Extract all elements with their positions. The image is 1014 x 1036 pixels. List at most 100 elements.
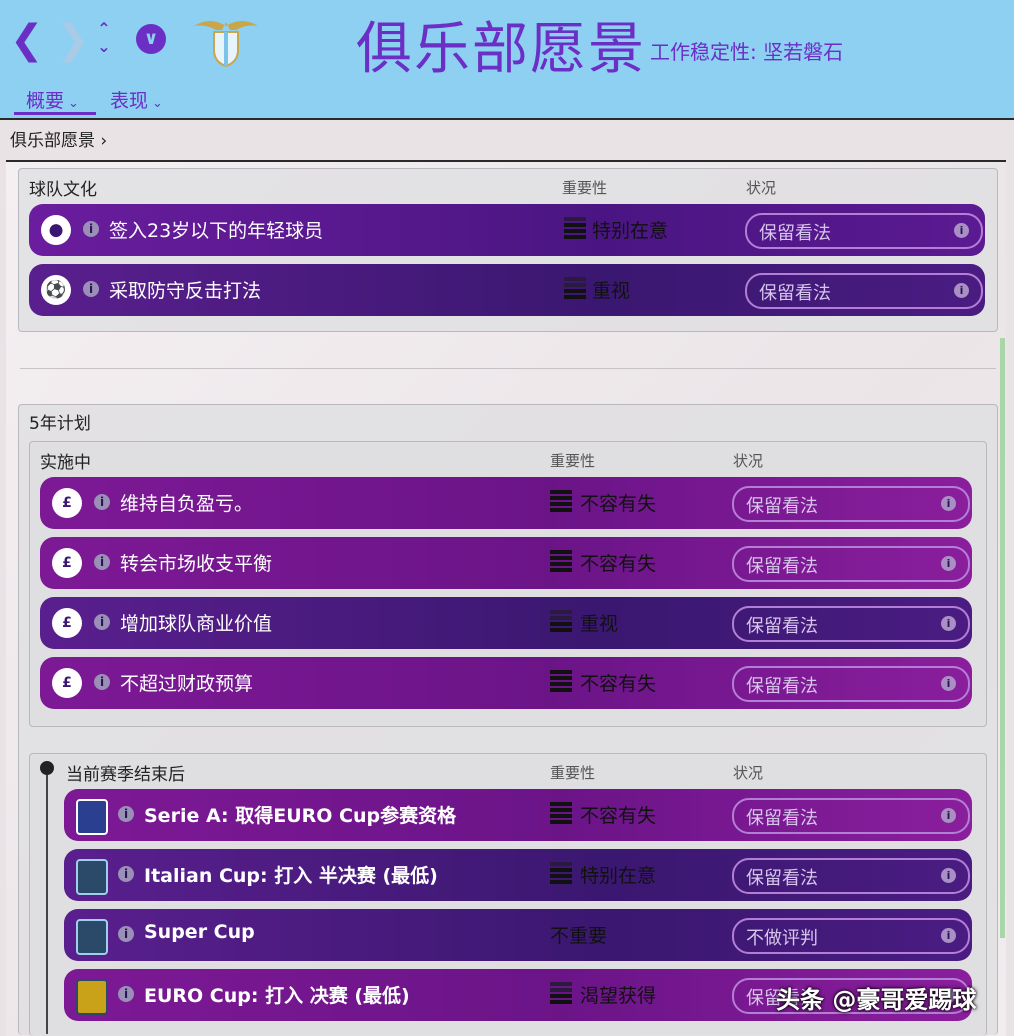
- info-icon[interactable]: i: [941, 928, 956, 943]
- status-label: 保留看法: [746, 868, 818, 889]
- status-label: 保留看法: [746, 496, 818, 517]
- ongoing-panel: 实施中 重要性 状况 £ i 维持自负盈亏。 不容有失 保留看法 i £ i 转会…: [29, 441, 987, 727]
- info-icon[interactable]: i: [941, 868, 956, 883]
- objective-label: EURO Cup: 打入 决赛 (最低): [144, 985, 410, 1007]
- info-icon[interactable]: i: [941, 808, 956, 823]
- status-header: 状况: [733, 764, 764, 782]
- importance-bars-icon: [550, 802, 572, 828]
- info-icon[interactable]: i: [941, 496, 956, 511]
- list-item[interactable]: ● i 签入23岁以下的年轻球员 特别在意 保留看法 i: [29, 204, 985, 256]
- importance-bars-icon: [564, 217, 586, 243]
- importance-bars-icon: [550, 550, 572, 576]
- back-arrow-icon[interactable]: ❮: [10, 20, 44, 60]
- objective-label: 维持自负盈亏。: [120, 493, 254, 515]
- status-pill[interactable]: 保留看法 i: [732, 546, 970, 582]
- status-pill[interactable]: 不做评判 i: [732, 918, 970, 954]
- status-label: 保留看法: [746, 556, 818, 577]
- info-icon[interactable]: i: [118, 926, 134, 942]
- info-icon[interactable]: i: [94, 614, 110, 630]
- status-label: 保留看法: [759, 283, 831, 304]
- status-pill[interactable]: 保留看法 i: [732, 666, 970, 702]
- tab-performance[interactable]: 表现 ⌄: [110, 86, 163, 113]
- importance-label: 重视: [592, 280, 631, 302]
- info-icon[interactable]: i: [954, 223, 969, 238]
- job-stability: 工作稳定性: 坚若磐石: [650, 40, 844, 64]
- money-icon: £: [52, 608, 82, 638]
- info-icon[interactable]: i: [94, 674, 110, 690]
- list-item[interactable]: £ i 转会市场收支平衡 不容有失 保留看法 i: [40, 537, 972, 589]
- list-item[interactable]: £ i 维持自负盈亏。 不容有失 保留看法 i: [40, 477, 972, 529]
- importance-bars-icon: [550, 490, 572, 516]
- status-pill[interactable]: 保留看法 i: [745, 213, 983, 249]
- football-icon: ⚽: [41, 275, 71, 305]
- info-icon[interactable]: i: [83, 221, 99, 237]
- importance-bars-icon: [550, 982, 572, 1008]
- culture-title: 球队文化: [29, 180, 97, 200]
- info-icon[interactable]: i: [94, 554, 110, 570]
- objective-label: Super Cup: [144, 921, 255, 943]
- status-pill[interactable]: 保留看法 i: [732, 606, 970, 642]
- status-label: 保留看法: [759, 223, 831, 244]
- list-item[interactable]: ⚽ i 采取防守反击打法 重视 保留看法 i: [29, 264, 985, 316]
- status-label: 保留看法: [746, 676, 818, 697]
- info-icon[interactable]: i: [954, 283, 969, 298]
- person-icon: ●: [41, 215, 71, 245]
- importance-label: 不重要: [550, 925, 608, 947]
- status-pill[interactable]: 保留看法 i: [732, 798, 970, 834]
- super-cup-icon: [76, 919, 108, 955]
- importance-label: 不容有失: [580, 673, 657, 695]
- breadcrumb[interactable]: 俱乐部愿景 ›: [10, 126, 107, 151]
- active-tab-indicator: [14, 112, 96, 115]
- season-end-title: 当前赛季结束后: [66, 765, 185, 785]
- tab-label: 概要: [26, 90, 65, 112]
- serie-a-icon: [76, 799, 108, 835]
- importance-label: 不容有失: [580, 493, 657, 515]
- info-icon[interactable]: i: [118, 866, 134, 882]
- importance-label: 不容有失: [580, 553, 657, 575]
- status-pill[interactable]: 保留看法 i: [732, 486, 970, 522]
- culture-panel: 球队文化 重要性 状况 ● i 签入23岁以下的年轻球员 特别在意 保留看法 i …: [18, 168, 998, 332]
- watermark: 头条 @豪哥爱踢球: [776, 986, 977, 1014]
- breadcrumb-label: 俱乐部愿景: [10, 131, 95, 151]
- objective-label: 采取防守反击打法: [109, 280, 262, 302]
- list-item[interactable]: £ i 不超过财政预算 不容有失 保留看法 i: [40, 657, 972, 709]
- list-item[interactable]: i Super Cup 不重要 不做评判 i: [64, 909, 972, 961]
- objective-label: Serie A: 取得EURO Cup参赛资格: [144, 805, 457, 827]
- plan-title: 5年计划: [29, 414, 91, 434]
- info-icon[interactable]: i: [941, 676, 956, 691]
- status-label: 保留看法: [746, 616, 818, 637]
- italian-cup-icon: [76, 859, 108, 895]
- page-title: 俱乐部愿景: [356, 17, 646, 82]
- status-pill[interactable]: 保留看法 i: [745, 273, 983, 309]
- info-icon[interactable]: i: [118, 986, 134, 1002]
- importance-header: 重要性: [550, 764, 596, 782]
- list-item[interactable]: £ i 增加球队商业价值 重视 保留看法 i: [40, 597, 972, 649]
- info-icon[interactable]: i: [118, 806, 134, 822]
- objective-label: 签入23岁以下的年轻球员: [109, 220, 324, 242]
- divider: [20, 368, 996, 369]
- up-down-icon[interactable]: ⌃ ⌄: [94, 20, 114, 58]
- importance-label: 渴望获得: [580, 985, 657, 1007]
- club-switch-icon[interactable]: ∨: [136, 24, 166, 54]
- scrollbar[interactable]: [1000, 338, 1005, 938]
- objective-label: 转会市场收支平衡: [120, 553, 273, 575]
- tab-overview[interactable]: 概要 ⌄: [26, 86, 79, 113]
- info-icon[interactable]: i: [941, 556, 956, 571]
- list-item[interactable]: i Italian Cup: 打入 半决赛 (最低) 特别在意 保留看法 i: [64, 849, 972, 901]
- info-icon[interactable]: i: [941, 616, 956, 631]
- importance-label: 特别在意: [580, 865, 657, 887]
- status-pill[interactable]: 保留看法 i: [732, 858, 970, 894]
- info-icon[interactable]: i: [94, 494, 110, 510]
- euro-cup-icon: [76, 979, 108, 1015]
- chevron-right-icon: ›: [100, 131, 108, 151]
- plan-panel: 5年计划 实施中 重要性 状况 £ i 维持自负盈亏。 不容有失 保留看法 i £…: [18, 404, 998, 1036]
- status-header: 状况: [746, 179, 777, 197]
- club-crest-icon: [194, 21, 258, 68]
- objective-label: 增加球队商业价值: [120, 613, 273, 635]
- importance-header: 重要性: [550, 452, 596, 470]
- list-item[interactable]: i Serie A: 取得EURO Cup参赛资格 不容有失 保留看法 i: [64, 789, 972, 841]
- objective-label: 不超过财政预算: [120, 673, 254, 695]
- importance-bars-icon: [550, 610, 572, 636]
- forward-arrow-icon[interactable]: ❯: [56, 20, 90, 60]
- info-icon[interactable]: i: [83, 281, 99, 297]
